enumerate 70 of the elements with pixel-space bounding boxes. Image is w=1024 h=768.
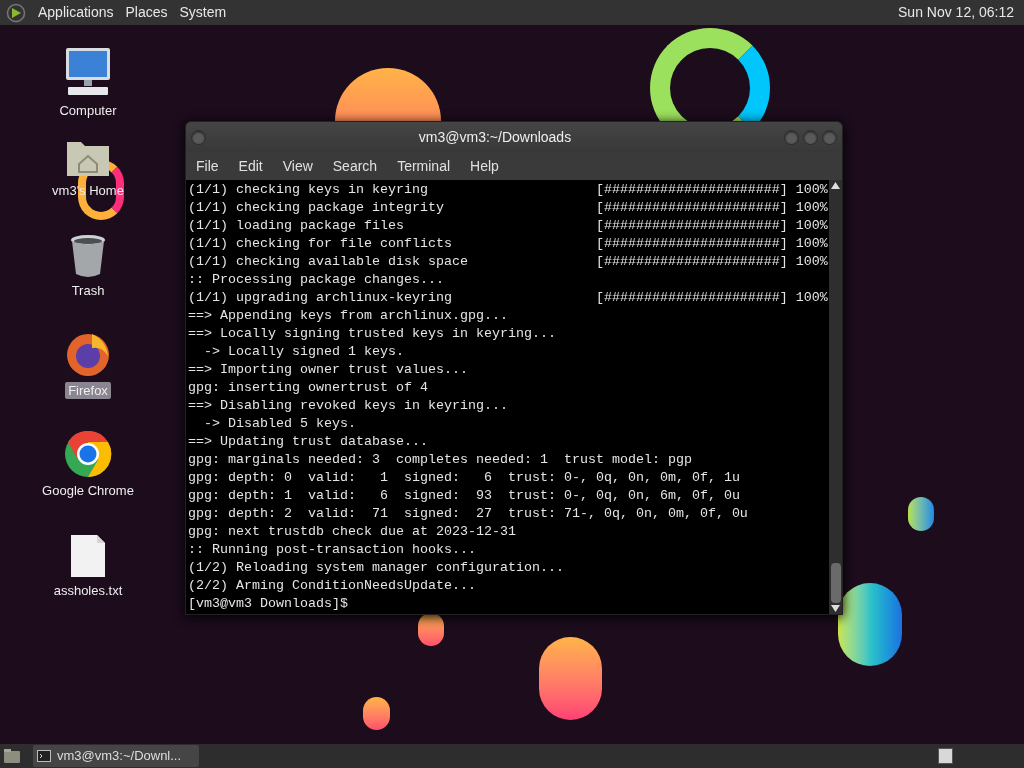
percent-text: 100%	[795, 181, 828, 199]
terminal-line: ==> Updating trust database...	[188, 433, 428, 451]
menu-item[interactable]: View	[282, 155, 313, 177]
scrollbar-thumb[interactable]	[830, 563, 841, 603]
panel-menu[interactable]: Places	[125, 2, 168, 23]
window-control-button[interactable]	[784, 129, 799, 145]
menu-item[interactable]: File	[196, 155, 219, 177]
desktop-icon-label[interactable]: assholes.txt	[50, 582, 126, 599]
desktop-icon-label[interactable]: Google Chrome	[39, 482, 137, 499]
terminal-line: ==> Importing owner trust values...	[188, 361, 468, 379]
wallpaper-blob	[363, 697, 390, 730]
progress-text: [######################]	[595, 181, 788, 199]
wallpaper-blob	[908, 497, 934, 531]
terminal-line: gpg: inserting ownertrust of 4	[188, 379, 428, 397]
desktop-icon-label[interactable]: Trash	[68, 282, 108, 299]
shell-prompt: [vm3@vm3 Downloads]$	[188, 595, 348, 613]
menu-item[interactable]: Edit	[238, 155, 263, 177]
browser-logo-icon	[64, 430, 112, 478]
terminal-line: gpg: marginals needed: 3 completes needed: 1 trust model: pgp	[188, 451, 692, 469]
text-file-icon	[70, 534, 106, 578]
terminal-line: :: Running post-transaction hooks...	[188, 541, 476, 559]
workspace-switcher[interactable]	[938, 748, 953, 764]
terminal-line: gpg: depth: 2 valid: 71 signed: 27 trust: 71-, 0q, 0n, 0m, 0f, 0u	[188, 505, 748, 523]
desktop-icon-label[interactable]: Computer	[56, 102, 120, 119]
progress-text: [######################]	[595, 217, 788, 235]
window-control-button[interactable]	[822, 129, 837, 145]
terminal-line: ==> Appending keys from archlinux.gpg...	[188, 307, 508, 325]
terminal-line: (1/1) checking package integrity	[188, 199, 445, 217]
terminal-line: (1/2) Reloading system manager configuration...	[188, 559, 564, 577]
terminal-line: (1/1) loading package files	[188, 217, 405, 235]
percent-text: 100%	[795, 199, 828, 217]
panel-menu[interactable]: System	[179, 2, 227, 23]
window-control-button[interactable]	[803, 129, 818, 145]
progress-text: [######################]	[595, 199, 788, 217]
terminal-line: gpg: depth: 1 valid: 6 signed: 93 trust: 0-, 0q, 0n, 6m, 0f, 0u	[188, 487, 740, 505]
trash-icon	[69, 234, 107, 278]
terminal-line: (1/1) checking available disk space	[188, 253, 469, 271]
terminal-line: ==> Disabling revoked keys in keyring...	[188, 397, 508, 415]
terminal-line: (2/2) Arming ConditionNeedsUpdate...	[188, 577, 476, 595]
logo-icon[interactable]	[6, 2, 26, 23]
terminal-line: gpg: depth: 0 valid: 1 signed: 6 trust: 0-, 0q, 0n, 0m, 0f, 1u	[188, 469, 740, 487]
clock[interactable]: Sun Nov 12, 06:12	[898, 2, 1014, 23]
terminal-line: (1/1) checking for file conflicts	[188, 235, 453, 253]
terminal-line: ==> Locally signing trusted keys in keyring...	[188, 325, 556, 343]
wallpaper-blob	[418, 613, 444, 646]
progress-text: [######################]	[595, 253, 788, 271]
terminal-line: (1/1) checking keys in keyring	[188, 181, 429, 199]
show-desktop-icon[interactable]	[3, 748, 21, 764]
menu-item[interactable]: Help	[470, 155, 499, 177]
menu-item[interactable]: Terminal	[397, 155, 451, 177]
scroll-down-arrow-icon[interactable]	[831, 605, 840, 612]
window-title: vm3@vm3:~/Downloads	[417, 127, 573, 147]
terminal-line: gpg: next trustdb check due at 2023-12-31	[188, 523, 516, 541]
progress-text: [######################]	[595, 289, 788, 307]
scroll-up-arrow-icon[interactable]	[831, 182, 840, 189]
scrollbar[interactable]	[829, 180, 842, 614]
percent-text: 100%	[795, 217, 828, 235]
window-control-button[interactable]	[191, 129, 206, 145]
progress-text: [######################]	[595, 235, 788, 253]
taskbar-button[interactable]: vm3@vm3:~/Downl...	[33, 745, 199, 767]
terminal-line: :: Processing package changes...	[188, 271, 444, 289]
terminal-icon	[37, 750, 51, 762]
percent-text: 100%	[795, 253, 828, 271]
terminal-line: -> Disabled 5 keys.	[203, 415, 356, 433]
terminal-line: (1/1) upgrading archlinux-keyring	[188, 289, 453, 307]
percent-text: 100%	[795, 235, 828, 253]
percent-text: 100%	[795, 289, 828, 307]
terminal-line: -> Locally signed 1 keys.	[203, 343, 404, 361]
panel-menu[interactable]: Applications	[38, 2, 114, 23]
menu-item[interactable]: Search	[332, 155, 378, 177]
